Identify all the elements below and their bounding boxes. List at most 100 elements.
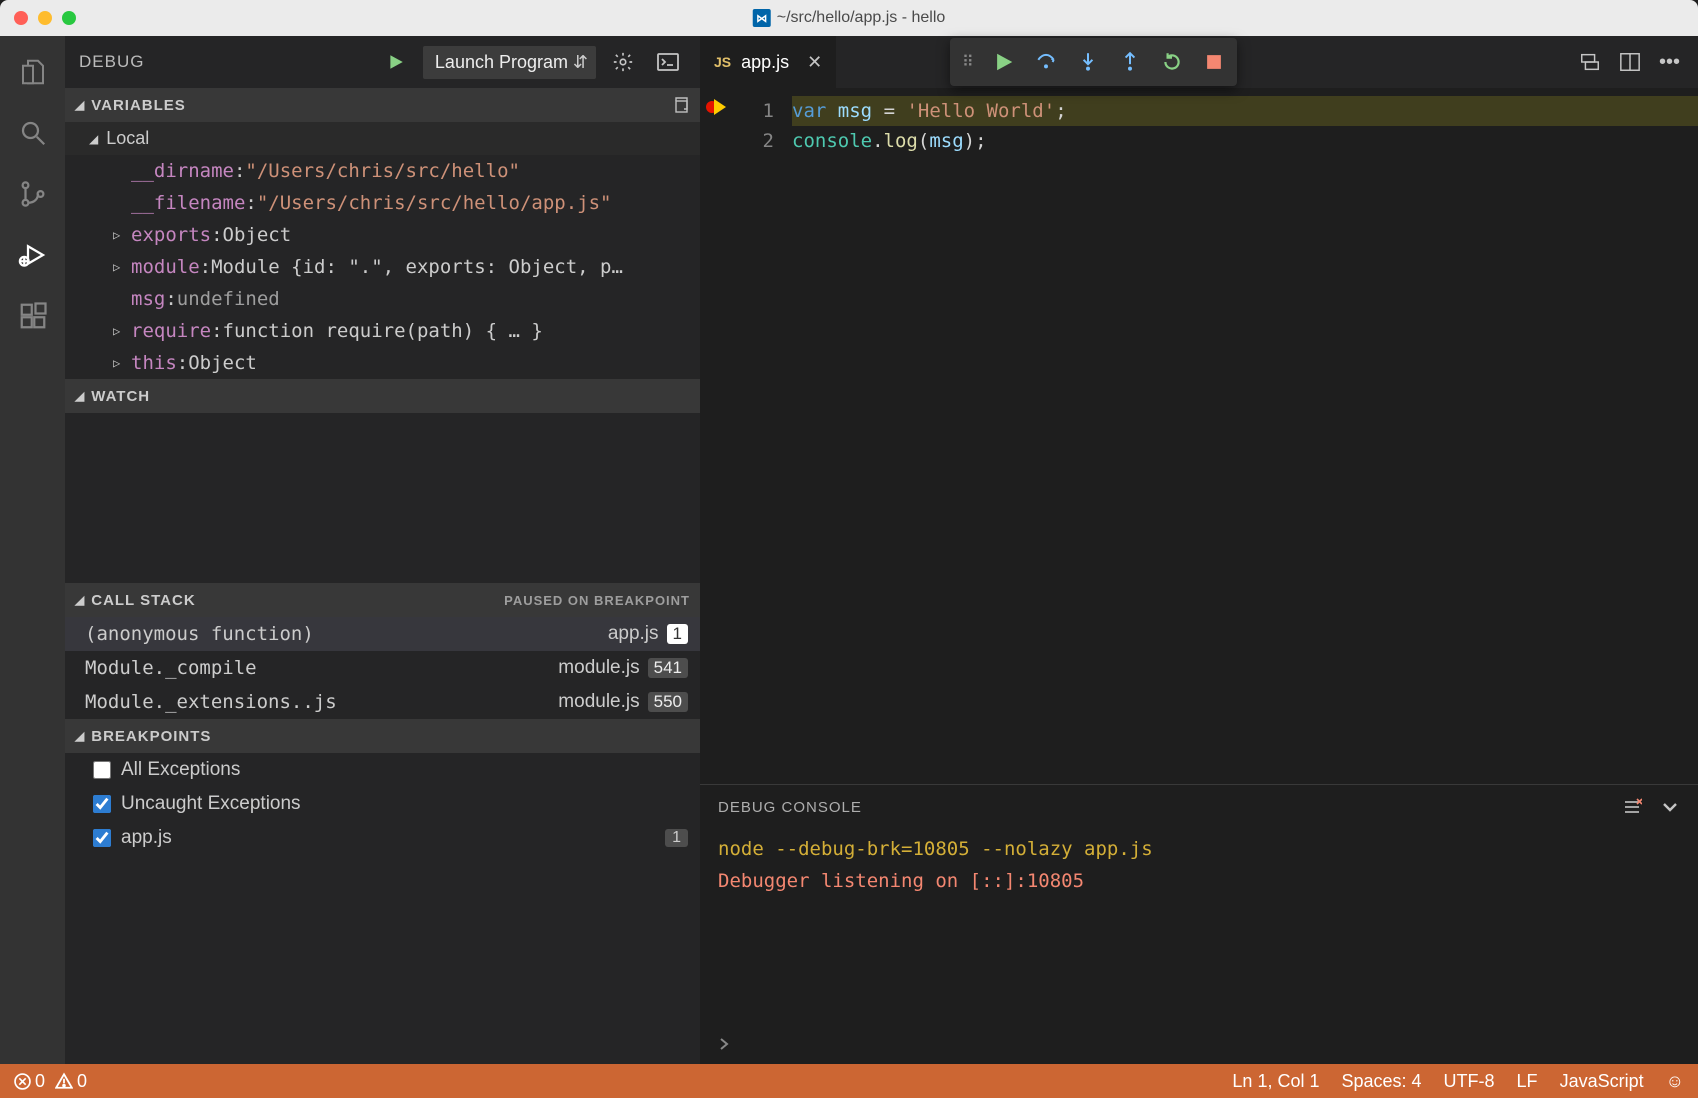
- watch-label: WATCH: [91, 388, 150, 405]
- close-window-button[interactable]: [14, 11, 28, 25]
- errors-status[interactable]: 0: [14, 1071, 45, 1092]
- callstack-section-header[interactable]: ◢ CALL STACK PAUSED ON BREAKPOINT: [65, 583, 700, 617]
- line-number: 1: [732, 96, 774, 126]
- debug-console-tab[interactable]: DEBUG CONSOLE: [718, 799, 862, 816]
- variable-row[interactable]: __dirname: "/Users/chris/src/hello": [65, 155, 700, 187]
- code-line-2[interactable]: console.log(msg);: [792, 126, 1698, 156]
- debug-console-output[interactable]: node --debug-brk=10805 --nolazy app.js D…: [700, 829, 1698, 1024]
- encoding-status[interactable]: UTF-8: [1444, 1071, 1495, 1092]
- callstack-label: CALL STACK: [91, 592, 195, 609]
- search-icon[interactable]: [15, 115, 50, 150]
- debug-sidebar: DEBUG Launch Program ⇵ ◢ VARIABLES: [65, 36, 700, 1064]
- collapse-all-icon[interactable]: [670, 95, 690, 115]
- panel-header: DEBUG CONSOLE: [700, 785, 1698, 829]
- variables-section-header[interactable]: ◢ VARIABLES: [65, 88, 700, 122]
- gear-icon[interactable]: [606, 47, 640, 77]
- callstack-frame[interactable]: Module._compilemodule.js541: [65, 651, 700, 685]
- debug-toolbar[interactable]: ⠿: [950, 38, 1237, 86]
- js-file-icon: JS: [714, 54, 731, 70]
- variables-list: __dirname: "/Users/chris/src/hello"__fil…: [65, 155, 700, 379]
- breakpoint-row[interactable]: app.js1: [65, 821, 700, 855]
- source-control-icon[interactable]: [15, 176, 50, 211]
- indentation-status[interactable]: Spaces: 4: [1341, 1071, 1421, 1092]
- warnings-count: 0: [77, 1071, 87, 1092]
- errors-count: 0: [35, 1071, 45, 1092]
- close-icon[interactable]: ✕: [807, 52, 822, 73]
- explorer-icon[interactable]: [15, 54, 50, 89]
- more-icon[interactable]: •••: [1659, 51, 1680, 74]
- variable-row[interactable]: ▷require: function require(path) { … }: [65, 315, 700, 347]
- step-over-button[interactable]: [1035, 51, 1057, 73]
- split-editor-icon[interactable]: [1619, 51, 1641, 73]
- breakpoint-row[interactable]: All Exceptions: [65, 753, 700, 787]
- variables-label: VARIABLES: [91, 97, 186, 114]
- chevron-down-icon: ◢: [75, 98, 85, 112]
- window-title-text: ~/src/hello/app.js - hello: [777, 9, 946, 27]
- clear-console-icon[interactable]: [1622, 797, 1642, 817]
- variable-row[interactable]: ▷this: Object: [65, 347, 700, 379]
- console-line: Debugger listening on [::]:10805: [718, 865, 1680, 897]
- breakpoint-row[interactable]: Uncaught Exceptions: [65, 787, 700, 821]
- window-title: ⋈ ~/src/hello/app.js - hello: [753, 9, 946, 27]
- debug-config-label: Launch Program: [423, 46, 596, 79]
- window-controls: [0, 11, 76, 25]
- drag-handle-icon[interactable]: ⠿: [962, 52, 973, 72]
- start-debug-button[interactable]: [379, 49, 413, 75]
- step-into-button[interactable]: [1077, 51, 1099, 73]
- variable-row[interactable]: ▷exports: Object: [65, 219, 700, 251]
- breakpoints-label: BREAKPOINTS: [91, 728, 211, 745]
- chevron-down-icon: ◢: [75, 389, 85, 403]
- minimize-window-button[interactable]: [38, 11, 52, 25]
- console-line: node --debug-brk=10805 --nolazy app.js: [718, 833, 1680, 865]
- scope-local[interactable]: ◢ Local: [65, 122, 700, 155]
- code-content[interactable]: var msg = 'Hello World'; console.log(msg…: [792, 88, 1698, 784]
- cursor-position[interactable]: Ln 1, Col 1: [1232, 1071, 1319, 1092]
- debug-console-icon[interactable]: [650, 48, 686, 76]
- callstack-frame[interactable]: Module._extensions..jsmodule.js550: [65, 685, 700, 719]
- line-number: 2: [732, 126, 774, 156]
- callstack-list: (anonymous function)app.js1Module._compi…: [65, 617, 700, 719]
- warnings-status[interactable]: 0: [55, 1071, 87, 1092]
- panel: DEBUG CONSOLE node --debug-brk=10805 --n…: [700, 784, 1698, 1064]
- code-editor[interactable]: 1 2 var msg = 'Hello World'; console.log…: [700, 88, 1698, 784]
- breakpoints-list: All ExceptionsUncaught Exceptionsapp.js1: [65, 753, 700, 855]
- chevron-down-icon[interactable]: [1660, 797, 1680, 817]
- scope-label: Local: [106, 128, 149, 149]
- variable-row[interactable]: msg: undefined: [65, 283, 700, 315]
- find-replace-icon[interactable]: [1579, 51, 1601, 73]
- watch-section-header[interactable]: ◢ WATCH: [65, 379, 700, 413]
- restart-button[interactable]: [1161, 51, 1183, 73]
- eol-status[interactable]: LF: [1517, 1071, 1538, 1092]
- continue-button[interactable]: [993, 51, 1015, 73]
- vscode-icon: ⋈: [753, 9, 771, 27]
- language-status[interactable]: JavaScript: [1560, 1071, 1644, 1092]
- breakpoint-checkbox[interactable]: [93, 761, 111, 779]
- debug-icon[interactable]: [15, 237, 50, 272]
- debug-title: DEBUG: [79, 52, 144, 72]
- stop-button[interactable]: [1203, 51, 1225, 73]
- variable-row[interactable]: ▷module: Module {id: ".", exports: Objec…: [65, 251, 700, 283]
- callstack-frame[interactable]: (anonymous function)app.js1: [65, 617, 700, 651]
- extensions-icon[interactable]: [15, 298, 50, 333]
- debug-config-select[interactable]: Launch Program ⇵: [423, 46, 596, 79]
- feedback-icon[interactable]: ☺: [1666, 1071, 1684, 1092]
- maximize-window-button[interactable]: [62, 11, 76, 25]
- glyph-margin[interactable]: [700, 88, 732, 784]
- variable-row[interactable]: __filename: "/Users/chris/src/hello/app.…: [65, 187, 700, 219]
- titlebar: ⋈ ~/src/hello/app.js - hello: [0, 0, 1698, 36]
- breakpoint-checkbox[interactable]: [93, 795, 111, 813]
- debug-header: DEBUG Launch Program ⇵: [65, 36, 700, 88]
- breakpoint-current-line-icon[interactable]: [700, 96, 732, 118]
- step-out-button[interactable]: [1119, 51, 1141, 73]
- watch-body: [65, 413, 700, 583]
- chevron-down-icon: ◢: [75, 729, 85, 743]
- breakpoint-checkbox[interactable]: [93, 829, 111, 847]
- line-numbers: 1 2: [732, 88, 792, 784]
- tab-app-js[interactable]: JS app.js ✕: [700, 36, 837, 88]
- status-bar: 0 0 Ln 1, Col 1 Spaces: 4 UTF-8 LF JavaS…: [0, 1064, 1698, 1098]
- chevron-down-icon: ◢: [89, 132, 98, 146]
- editor-area: JS app.js ✕ ••• ⠿: [700, 36, 1698, 1064]
- debug-console-input[interactable]: [700, 1024, 1698, 1064]
- code-line-1[interactable]: var msg = 'Hello World';: [792, 96, 1698, 126]
- breakpoints-section-header[interactable]: ◢ BREAKPOINTS: [65, 719, 700, 753]
